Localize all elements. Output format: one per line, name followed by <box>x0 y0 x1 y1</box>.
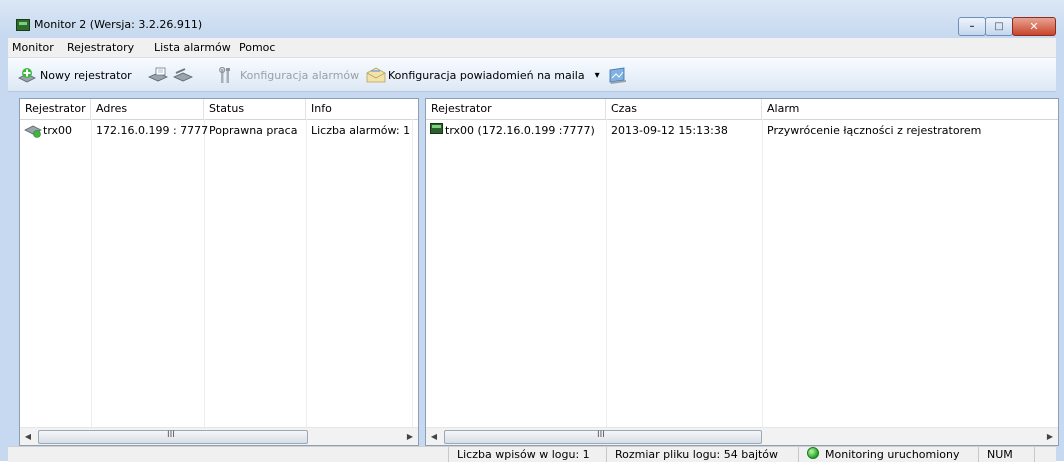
menu-rejestratory[interactable]: Rejestratory <box>67 41 134 54</box>
recorder-info: Liczba alarmów: 1 <box>311 124 411 137</box>
scroll-left-icon[interactable]: ◀ <box>20 428 36 445</box>
toolbar: Nowy rejestrator Konfiguracja alarmów Ko… <box>8 58 1056 92</box>
status-led-icon <box>807 447 819 459</box>
alarms-header: Rejestrator Czas Alarm <box>426 99 1058 120</box>
recorders-list[interactable]: Rejestrator Adres Status Info trx00 172.… <box>19 98 419 446</box>
close-icon: ✕ <box>1029 19 1039 33</box>
column-divider <box>306 119 307 427</box>
column-divider <box>91 119 92 427</box>
recorder-address: 172.16.0.199 : 7777 <box>96 124 209 137</box>
new-recorder-label: Nowy rejestrator <box>40 68 132 82</box>
add-recorder-icon <box>18 67 36 83</box>
alarm-message: Przywrócenie łączności z rejestratorem <box>767 124 982 137</box>
status-bar: Liczba wpisów w logu: 1 Rozmiar pliku lo… <box>8 446 1056 462</box>
tools-icon <box>218 66 236 83</box>
recorders-header: Rejestrator Adres Status Info <box>20 99 418 120</box>
alarm-recorder: trx00 (172.16.0.199 :7777) <box>445 124 595 137</box>
edit-recorder-button[interactable] <box>148 66 168 84</box>
column-rejestrator[interactable]: Rejestrator <box>20 99 91 119</box>
alarms-list[interactable]: Rejestrator Czas Alarm trx00 (172.16.0.1… <box>425 98 1059 446</box>
column-divider <box>412 119 413 427</box>
menu-lista-alarmow[interactable]: Lista alarmów <box>154 41 231 54</box>
column-status[interactable]: Status <box>204 99 306 119</box>
monitoring-status: Monitoring uruchomiony <box>798 447 978 462</box>
alarm-config-button[interactable]: Konfiguracja alarmów <box>218 66 359 84</box>
log-entries-status: Liczba wpisów w logu: 1 <box>448 447 606 462</box>
resize-grip-icon[interactable] <box>1034 447 1056 462</box>
monitor-settings-button[interactable] <box>608 66 626 84</box>
column-info[interactable]: Info <box>306 99 412 119</box>
recorder-ok-icon <box>24 122 42 141</box>
title-bar[interactable]: Monitor 2 (Wersja: 3.2.26.911) – □ ✕ <box>0 0 1064 36</box>
remove-recorder-icon <box>173 67 193 83</box>
scroll-grip: III <box>597 430 605 440</box>
scroll-thumb[interactable]: III <box>38 430 308 444</box>
scroll-left-icon[interactable]: ◀ <box>426 428 442 445</box>
monitor-settings-icon <box>608 67 626 84</box>
menu-monitor[interactable]: Monitor <box>12 41 54 54</box>
column-rejestrator[interactable]: Rejestrator <box>426 99 606 119</box>
recorder-monitor-icon <box>430 123 443 138</box>
alarm-time: 2013-09-12 15:13:38 <box>611 124 728 137</box>
column-divider <box>762 119 763 427</box>
email-icon <box>366 67 386 83</box>
remove-recorder-button[interactable] <box>173 66 193 84</box>
column-divider <box>204 119 205 427</box>
column-divider <box>606 119 607 427</box>
edit-recorder-icon <box>148 67 168 83</box>
window-controls: – □ ✕ <box>958 17 1056 36</box>
menu-bar: Monitor Rejestratory Lista alarmów Pomoc <box>8 38 1056 58</box>
minimize-icon: – <box>969 20 975 32</box>
app-window: Monitor 2 (Wersja: 3.2.26.911) – □ ✕ Mon… <box>0 0 1064 462</box>
minimize-button[interactable]: – <box>958 17 986 36</box>
scroll-right-icon[interactable]: ▶ <box>402 428 418 445</box>
scroll-grip: III <box>167 430 175 440</box>
recorder-name: trx00 <box>43 124 73 137</box>
right-horizontal-scrollbar[interactable]: ◀ III ▶ <box>426 427 1058 445</box>
column-czas[interactable]: Czas <box>606 99 762 119</box>
maximize-button[interactable]: □ <box>985 17 1013 36</box>
column-alarm[interactable]: Alarm <box>762 99 1058 119</box>
column-adres[interactable]: Adres <box>91 99 204 119</box>
table-row[interactable]: trx00 (172.16.0.199 :7777) 2013-09-12 15… <box>426 121 1058 139</box>
maximize-icon: □ <box>994 20 1004 32</box>
new-recorder-button[interactable]: Nowy rejestrator <box>18 66 132 84</box>
window-title: Monitor 2 (Wersja: 3.2.26.911) <box>34 18 203 31</box>
scroll-thumb[interactable]: III <box>444 430 762 444</box>
num-lock-indicator: NUM <box>978 447 1034 462</box>
chevron-down-icon[interactable]: ▾ <box>595 70 600 81</box>
menu-pomoc[interactable]: Pomoc <box>239 41 275 54</box>
email-config-label: Konfiguracja powiadomień na maila <box>388 68 585 82</box>
scroll-right-icon[interactable]: ▶ <box>1042 428 1058 445</box>
recorder-status: Poprawna praca <box>209 124 298 137</box>
close-button[interactable]: ✕ <box>1012 17 1056 36</box>
app-logo-icon <box>16 19 30 31</box>
table-row[interactable]: trx00 172.16.0.199 : 7777 Poprawna praca… <box>20 121 418 139</box>
log-size-status: Rozmiar pliku logu: 54 bajtów <box>606 447 798 462</box>
monitoring-label: Monitoring uruchomiony <box>825 448 960 461</box>
left-horizontal-scrollbar[interactable]: ◀ III ▶ <box>20 427 418 445</box>
alarm-config-label: Konfiguracja alarmów <box>240 68 360 82</box>
email-config-button[interactable]: Konfiguracja powiadomień na maila ▾ <box>366 66 600 84</box>
